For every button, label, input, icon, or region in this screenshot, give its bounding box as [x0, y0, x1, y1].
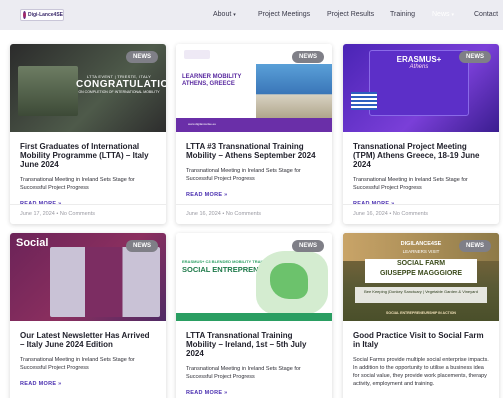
nav-label-training: Training: [390, 11, 416, 18]
athens-photo: [256, 64, 332, 124]
logo-text: Digi-Lance4SE: [27, 12, 63, 18]
news-badge: NEWS: [126, 51, 158, 63]
card-thumbnail[interactable]: Social NEWS: [10, 233, 166, 321]
group-photo: [18, 66, 78, 116]
card-thumbnail[interactable]: ERASMUS+ Athens NEWS: [343, 44, 499, 132]
nav-item-project-meetings[interactable]: Project Meetings: [258, 11, 310, 18]
chevron-down-icon: ▾: [451, 12, 455, 18]
card-excerpt: Transnational Meeting in Ireland Sets St…: [353, 177, 468, 191]
farm-banner: SOCIAL FARM GIUSEPPE MAGGGIORE: [365, 259, 477, 283]
thumbnail-footer: [176, 313, 332, 321]
card-meta: June 17, 2024 • No Comments: [10, 204, 166, 224]
card-thumbnail[interactable]: ERASMUS+ C3 BLENDED MOBILITY TRAINING SO…: [176, 233, 332, 321]
nav-label-about: About: [213, 11, 232, 18]
news-badge: NEWS: [292, 240, 324, 252]
thumb-line: SOCIAL FARM: [396, 260, 446, 267]
news-card[interactable]: LTTA EVENT | TRIESTE, ITALY CONGRATULATI…: [10, 44, 166, 224]
comments-count[interactable]: No Comments: [393, 211, 428, 217]
card-excerpt: Transnational Meeting in Ireland Sets St…: [186, 168, 301, 182]
thumb-line: Bee Keeping |Donkey Sanctuary | Vegetabl…: [355, 287, 487, 303]
card-title[interactable]: Our Latest Newsletter Has Arrived – Ital…: [20, 331, 156, 349]
card-thumbnail[interactable]: DIGILANCE4SE LEARNERS VISIT SOCIAL FARM …: [343, 233, 499, 321]
nav-item-news[interactable]: News ▾: [432, 11, 454, 18]
card-title[interactable]: First Graduates of International Mobilit…: [20, 142, 156, 169]
news-card[interactable]: LEARNER MOBILITY ATHENS, GREECE www.digi…: [176, 44, 332, 224]
site-logo[interactable]: Digi-Lance4SE: [20, 9, 64, 21]
nav-item-project-results[interactable]: Project Results: [327, 11, 374, 18]
erasmus-panel: ERASMUS+ Athens: [369, 50, 469, 116]
greek-flag-icon: [351, 92, 377, 110]
card-thumbnail[interactable]: LTTA EVENT | TRIESTE, ITALY CONGRATULATI…: [10, 44, 166, 132]
thumb-line: ERASMUS+ C3 BLENDED MOBILITY TRAINING: [182, 259, 272, 264]
card-title[interactable]: LTTA Transnational Training Mobility – I…: [186, 331, 322, 358]
card-excerpt: Social Farms provide multiple social ent…: [353, 357, 489, 387]
thumb-line: GIUSEPPE MAGGGIORE: [379, 270, 463, 277]
card-title[interactable]: Transnational Project Meeting (TPM) Athe…: [353, 142, 489, 169]
site-header: Digi-Lance4SE About ▾ Project Meetings Pr…: [0, 0, 503, 30]
nav-label-project-meetings: Project Meetings: [258, 11, 311, 18]
nav-label-contact: Contact: [474, 11, 499, 18]
post-date: June 16, 2024: [186, 211, 221, 217]
news-badge: NEWS: [126, 240, 158, 252]
thumb-line: ERASMUS+: [396, 55, 442, 64]
post-date: June 17, 2024: [20, 211, 55, 217]
thumbnail-text: Social: [16, 237, 49, 249]
project-logo: [184, 50, 210, 59]
read-more-link[interactable]: READ MORE »: [186, 192, 322, 198]
thumb-url: www.digilance4se.eu: [188, 122, 217, 126]
thumbnail-text: LEARNER MOBILITY ATHENS, GREECE: [182, 74, 242, 87]
newsletter-pages: [50, 247, 160, 317]
news-card[interactable]: ERASMUS+ Athens NEWS Transnational Proje…: [343, 44, 499, 224]
comments-count[interactable]: No Comments: [60, 211, 95, 217]
read-more-link[interactable]: READ MORE »: [20, 381, 156, 387]
read-more-link[interactable]: READ MORE »: [186, 390, 322, 396]
card-excerpt: Transnational Meeting in Ireland Sets St…: [20, 357, 135, 371]
thumb-line: Athens: [409, 64, 429, 70]
card-title[interactable]: LTTA #3 Transnational Training Mobility …: [186, 142, 322, 160]
news-badge: NEWS: [459, 240, 491, 252]
thumb-line: CONGRATULATIONS: [76, 79, 166, 90]
thumb-line: ON COMPLETION OF INTERNATIONAL MOBILITY: [78, 90, 160, 94]
nav-label-project-results: Project Results: [327, 11, 375, 18]
card-title[interactable]: Good Practice Visit to Social Farm in It…: [353, 331, 489, 349]
nav-item-about[interactable]: About ▾: [213, 11, 236, 18]
card-excerpt: Transnational Meeting in Ireland Sets St…: [186, 366, 301, 380]
comments-count[interactable]: No Comments: [226, 211, 261, 217]
news-badge: NEWS: [459, 51, 491, 63]
post-date: June 16, 2024: [353, 211, 388, 217]
thumbnail-text: LTTA EVENT | TRIESTE, ITALY CONGRATULATI…: [76, 74, 166, 94]
chevron-down-icon: ▾: [233, 12, 236, 18]
thumb-line: SOCIAL ENTREPRENEURSHIP IN ACTION: [386, 311, 456, 315]
nav-label-news: News: [432, 11, 450, 18]
card-meta: June 16, 2024 • No Comments: [343, 204, 499, 224]
card-excerpt: Transnational Meeting in Ireland Sets St…: [20, 177, 135, 191]
ireland-map-icon: [270, 263, 308, 299]
news-card[interactable]: ERASMUS+ C3 BLENDED MOBILITY TRAINING SO…: [176, 233, 332, 398]
news-badge: NEWS: [292, 51, 324, 63]
card-thumbnail[interactable]: LEARNER MOBILITY ATHENS, GREECE www.digi…: [176, 44, 332, 132]
nav-item-training[interactable]: Training: [390, 11, 415, 18]
news-card[interactable]: Social NEWS Our Latest Newsletter Has Ar…: [10, 233, 166, 398]
nav-item-contact[interactable]: Contact: [474, 11, 498, 18]
card-meta: June 16, 2024 • No Comments: [176, 204, 332, 224]
news-card[interactable]: DIGILANCE4SE LEARNERS VISIT SOCIAL FARM …: [343, 233, 499, 398]
logo-mark-icon: [23, 11, 26, 19]
